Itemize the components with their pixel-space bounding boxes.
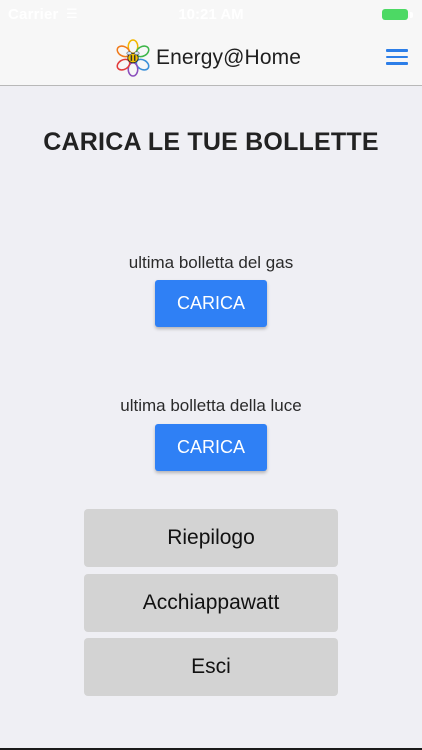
gas-bill-label: ultima bolletta del gas	[128, 253, 294, 272]
brand: Energy@Home	[114, 39, 301, 77]
status-time: 10:21 AM	[178, 6, 244, 23]
app-title: Energy@Home	[156, 46, 301, 69]
status-bar: Carrier ☰ 10:21 AM	[0, 0, 422, 30]
exit-button[interactable]: Esci	[84, 638, 338, 696]
battery-icon	[382, 9, 408, 20]
battery-tip	[410, 12, 413, 18]
navigation-bar: Energy@Home	[0, 30, 422, 86]
acchiappawatt-button[interactable]: Acchiappawatt	[84, 574, 338, 632]
summary-button[interactable]: Riepilogo	[84, 509, 338, 567]
page-title: CARICA LE TUE BOLLETTE	[43, 128, 379, 156]
hamburger-menu-icon[interactable]	[386, 49, 408, 65]
electricity-bill-label: ultima bolletta della luce	[120, 396, 302, 415]
upload-gas-bill-button[interactable]: CARICA	[155, 280, 267, 327]
flower-bee-logo-icon	[116, 39, 150, 77]
upload-electricity-bill-button[interactable]: CARICA	[155, 424, 267, 471]
